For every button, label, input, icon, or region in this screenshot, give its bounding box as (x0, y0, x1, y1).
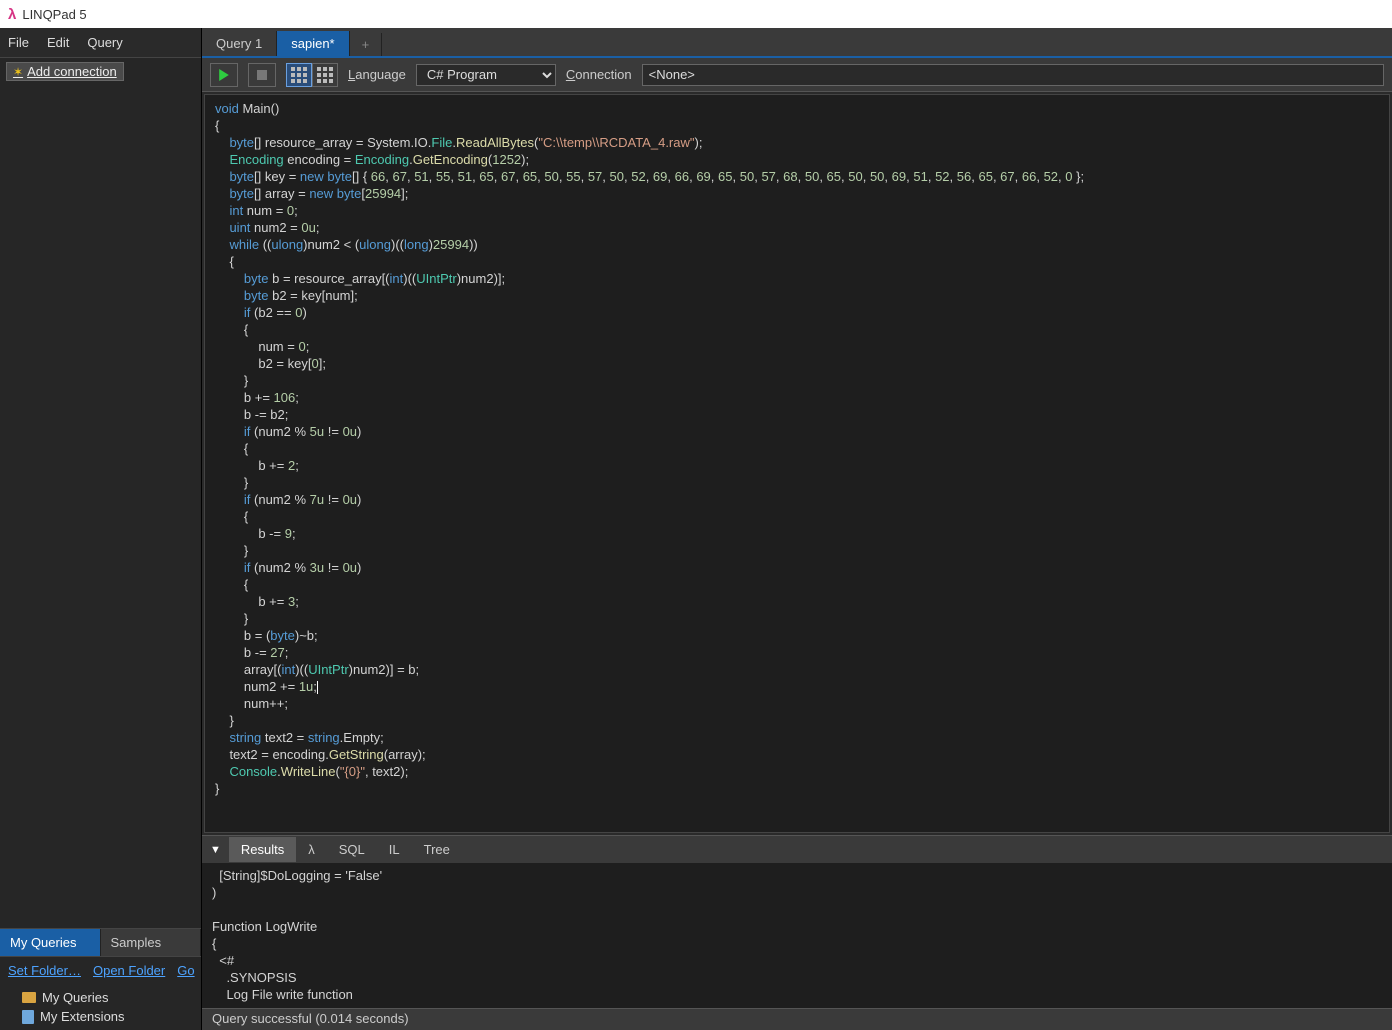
status-bar: Query successful (0.014 seconds) (202, 1008, 1392, 1030)
tab-my-queries[interactable]: My Queries (0, 929, 101, 956)
view-toggle (286, 63, 338, 87)
restab-il[interactable]: IL (377, 837, 412, 862)
rich-view-icon (291, 67, 307, 83)
file-icon (22, 1010, 34, 1024)
connection-select[interactable]: <None> (642, 64, 1384, 86)
stop-icon (257, 70, 267, 80)
add-connection-label: Add connection (27, 64, 117, 79)
document-tabs: Query 1 sapien* + (202, 28, 1392, 58)
collapse-results-icon[interactable]: ▼ (202, 844, 229, 856)
tree-item-my-extensions[interactable]: My Extensions (8, 1007, 193, 1026)
link-open-folder[interactable]: Open Folder (93, 963, 165, 978)
menu-file[interactable]: File (8, 35, 29, 50)
restab-results[interactable]: Results (229, 837, 296, 862)
view-rich-button[interactable] (286, 63, 312, 87)
restab-lambda[interactable]: λ (296, 837, 327, 862)
star-icon: ✶ (13, 65, 23, 79)
stop-button[interactable] (248, 63, 276, 87)
tree-label: My Queries (42, 990, 108, 1005)
queries-tree: My Queries My Extensions (0, 984, 201, 1030)
restab-sql[interactable]: SQL (327, 837, 377, 862)
run-button[interactable] (210, 63, 238, 87)
text-caret (317, 681, 318, 694)
link-set-folder[interactable]: Set Folder… (8, 963, 81, 978)
doc-tab-sapien[interactable]: sapien* (277, 31, 349, 56)
add-connection-button[interactable]: ✶ Add connection (6, 62, 124, 81)
status-text: Query successful (0.014 seconds) (212, 1011, 409, 1026)
doc-tab-new[interactable]: + (350, 33, 383, 56)
results-panel[interactable]: [String]$DoLogging = 'False' ) Function … (202, 863, 1392, 1008)
view-grid-button[interactable] (312, 63, 338, 87)
folder-icon (22, 992, 36, 1003)
tree-label: My Extensions (40, 1009, 125, 1024)
connections-panel: ✶ Add connection (0, 58, 201, 928)
connection-label: CConnectiononnection (566, 67, 632, 82)
left-panel: File Edit Query ✶ Add connection My Quer… (0, 28, 202, 1030)
menu-edit[interactable]: Edit (47, 35, 69, 50)
app-title: LINQPad 5 (22, 7, 86, 22)
result-tabs: ▼ Results λ SQL IL Tree (202, 835, 1392, 863)
code-editor[interactable]: void Main() { byte[] resource_array = Sy… (204, 94, 1390, 833)
link-go[interactable]: Go (177, 963, 194, 978)
restab-tree[interactable]: Tree (412, 837, 462, 862)
menu-query[interactable]: Query (87, 35, 122, 50)
title-bar: λ LINQPad 5 (0, 0, 1392, 28)
right-panel: Query 1 sapien* + LLanguageanguage C# Pr… (202, 28, 1392, 1030)
toolbar: LLanguageanguage C# Program CConnectiono… (202, 58, 1392, 92)
menu-bar: File Edit Query (0, 28, 201, 58)
side-tabs: My Queries Samples (0, 928, 201, 956)
grid-view-icon (317, 67, 333, 83)
side-links: Set Folder… Open Folder Go (0, 956, 201, 984)
doc-tab-query1[interactable]: Query 1 (202, 31, 277, 56)
language-label: LLanguageanguage (348, 67, 406, 82)
app-logo-icon: λ (8, 6, 16, 23)
language-select[interactable]: C# Program (416, 64, 556, 86)
tab-samples[interactable]: Samples (101, 929, 202, 956)
connection-value: <None> (649, 67, 695, 82)
tree-item-my-queries[interactable]: My Queries (8, 988, 193, 1007)
